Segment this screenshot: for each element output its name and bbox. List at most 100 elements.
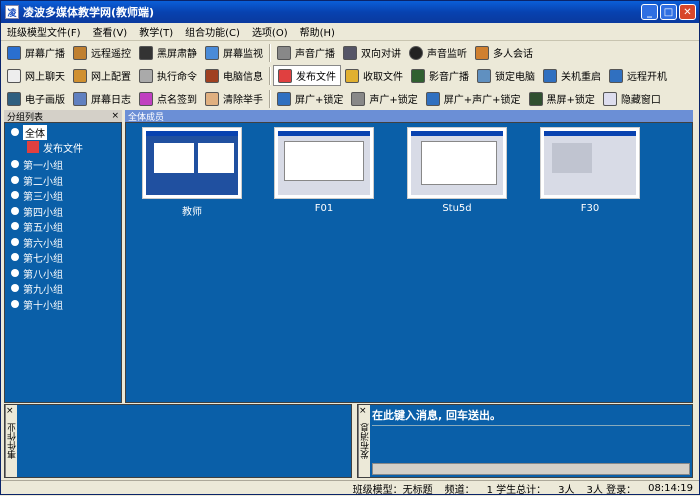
tree-label: 第十小组 xyxy=(23,300,63,312)
menu-help[interactable]: 帮助(H) xyxy=(294,24,341,39)
status-count: 3人 xyxy=(558,484,575,496)
boot-icon xyxy=(609,68,623,83)
tree-label: 第七小组 xyxy=(23,253,63,265)
collect-file-icon xyxy=(345,68,359,83)
member-screen-thumbnail[interactable] xyxy=(407,127,507,199)
toolbar-row-2: 网上聊天 网上配置 执行命令 电脑信息 发布文件 收取文件 影音广播 锁定电脑 … xyxy=(3,64,697,87)
node-icon xyxy=(11,222,19,230)
tree-label: 第三小组 xyxy=(23,191,63,203)
lock-pc-button[interactable]: 锁定电脑 xyxy=(473,65,539,86)
title-bar[interactable]: 凌 凌波多媒体教学网(教师端) _ □ ✕ xyxy=(1,1,699,23)
tool-label: 屏幕日志 xyxy=(91,95,131,106)
publish-file-icon xyxy=(27,141,39,153)
message-scrollbar[interactable] xyxy=(372,463,690,475)
tree-item-all[interactable]: 全体 xyxy=(11,124,47,140)
member-name: 教师 xyxy=(182,207,202,218)
tree-item-group[interactable]: 第六小组 xyxy=(11,235,63,250)
menu-combo[interactable]: 组合功能(C) xyxy=(179,24,246,39)
roll-call-button[interactable]: 点名签到 xyxy=(135,88,201,109)
menu-teach[interactable]: 教学(T) xyxy=(133,24,179,39)
status-login: 3人 登录： xyxy=(586,484,637,496)
hide-window-button[interactable]: 隐藏窗口 xyxy=(599,88,665,109)
message-input[interactable]: 在此键入消息, 回车送出。 xyxy=(372,407,690,423)
menu-file[interactable]: 班级模型文件(F) xyxy=(1,24,87,39)
screen-lock-button[interactable]: 屏广+锁定 xyxy=(273,88,347,109)
two-way-talk-button[interactable]: 双向对讲 xyxy=(339,42,405,63)
member-name: F01 xyxy=(314,203,334,214)
voice-broadcast-button[interactable]: 声音广播 xyxy=(273,42,339,63)
message-close-button[interactable]: × xyxy=(359,406,367,416)
close-button[interactable]: ✕ xyxy=(679,4,696,20)
tool-label: 屏广+声广+锁定 xyxy=(443,95,521,106)
tool-label: 远程遥控 xyxy=(91,49,131,60)
app-icon: 凌 xyxy=(5,5,19,19)
shutdown-restart-button[interactable]: 关机重启 xyxy=(539,65,605,86)
voice-monitor-button[interactable]: 声音监听 xyxy=(405,42,471,63)
member-screen-thumbnail[interactable] xyxy=(142,127,242,199)
publish-file-button[interactable]: 发布文件 xyxy=(273,65,341,86)
toolbar-separator xyxy=(269,89,271,108)
node-icon xyxy=(11,160,19,168)
remote-control-button[interactable]: 远程遥控 xyxy=(69,42,135,63)
tree-item-group[interactable]: 第十小组 xyxy=(11,297,63,312)
hand-icon xyxy=(205,91,219,106)
tree-item-group[interactable]: 第二小组 xyxy=(11,173,63,188)
clear-hands-button[interactable]: 清除举手 xyxy=(201,88,267,109)
tree-item-group[interactable]: 第九小组 xyxy=(11,281,63,296)
screen-log-button[interactable]: 屏幕日志 xyxy=(69,88,135,109)
tool-label: 影音广播 xyxy=(429,72,469,83)
tree-item-group[interactable]: 第三小组 xyxy=(11,188,63,203)
remote-boot-button[interactable]: 远程开机 xyxy=(605,65,671,86)
left-panel-close-button[interactable]: × xyxy=(111,111,119,121)
online-chat-button[interactable]: 网上聊天 xyxy=(3,65,69,86)
menu-view[interactable]: 查看(V) xyxy=(87,24,134,39)
black-lock-button[interactable]: 黑屏+锁定 xyxy=(525,88,599,109)
toolbar-row-1: 屏幕广播 远程遥控 黑屏肃静 屏幕监视 声音广播 双向对讲 声音监听 多人会话 xyxy=(3,41,697,64)
tree-item-group[interactable]: 第八小组 xyxy=(11,266,63,281)
hide-window-icon xyxy=(602,91,617,106)
member-screen-thumbnail[interactable] xyxy=(274,127,374,199)
remote-control-icon xyxy=(73,45,87,60)
run-command-button[interactable]: 执行命令 xyxy=(135,65,201,86)
media-broadcast-button[interactable]: 影音广播 xyxy=(407,65,473,86)
tool-label: 电子画版 xyxy=(25,95,65,106)
status-channel: 频道： xyxy=(444,484,475,496)
voice-lock-button[interactable]: 声广+锁定 xyxy=(347,88,421,109)
homework-close-button[interactable]: × xyxy=(6,406,14,416)
config-icon xyxy=(73,68,87,83)
pc-info-button[interactable]: 电脑信息 xyxy=(201,65,267,86)
tool-label: 声音监听 xyxy=(427,49,467,60)
tool-label: 网上配置 xyxy=(91,72,131,83)
status-students: 1 学生总计： xyxy=(486,484,547,496)
headphones-icon xyxy=(409,45,423,60)
tool-label: 收取文件 xyxy=(363,72,403,83)
screen-monitor-button[interactable]: 屏幕监视 xyxy=(201,42,267,63)
online-config-button[interactable]: 网上配置 xyxy=(69,65,135,86)
tool-label: 声音广播 xyxy=(295,49,335,60)
message-panel: 发布消息 × 在此键入消息, 回车送出。 xyxy=(357,404,693,478)
black-screen-button[interactable]: 黑屏肃静 xyxy=(135,42,201,63)
menu-options[interactable]: 选项(O) xyxy=(246,24,294,39)
screen-broadcast-button[interactable]: 屏幕广播 xyxy=(3,42,69,63)
tree-item-publish[interactable]: 发布文件 xyxy=(27,140,83,155)
tree-item-group[interactable]: 第一小组 xyxy=(11,157,63,172)
node-icon xyxy=(11,284,19,292)
screen-voice-lock-button[interactable]: 屏广+声广+锁定 xyxy=(422,88,525,109)
collect-file-button[interactable]: 收取文件 xyxy=(341,65,407,86)
member-screen-thumbnail[interactable] xyxy=(540,127,640,199)
minimize-button[interactable]: _ xyxy=(641,4,658,20)
drawing-board-button[interactable]: 电子画版 xyxy=(3,88,69,109)
film-icon xyxy=(411,68,425,83)
maximize-button[interactable]: □ xyxy=(660,4,677,20)
tree-item-group[interactable]: 第七小组 xyxy=(11,250,63,265)
group-chat-button[interactable]: 多人会话 xyxy=(471,42,537,63)
app-window: 凌 凌波多媒体教学网(教师端) _ □ ✕ 班级模型文件(F) 查看(V) 教学… xyxy=(0,0,700,496)
lock-icon xyxy=(477,68,491,83)
window-title: 凌波多媒体教学网(教师端) xyxy=(23,6,155,19)
tree-item-group[interactable]: 第四小组 xyxy=(11,204,63,219)
member-name: F30 xyxy=(580,203,600,214)
tree-label: 第四小组 xyxy=(23,207,63,219)
tree-item-group[interactable]: 第五小组 xyxy=(11,219,63,234)
message-log xyxy=(372,425,690,463)
tool-label: 清除举手 xyxy=(223,95,263,106)
